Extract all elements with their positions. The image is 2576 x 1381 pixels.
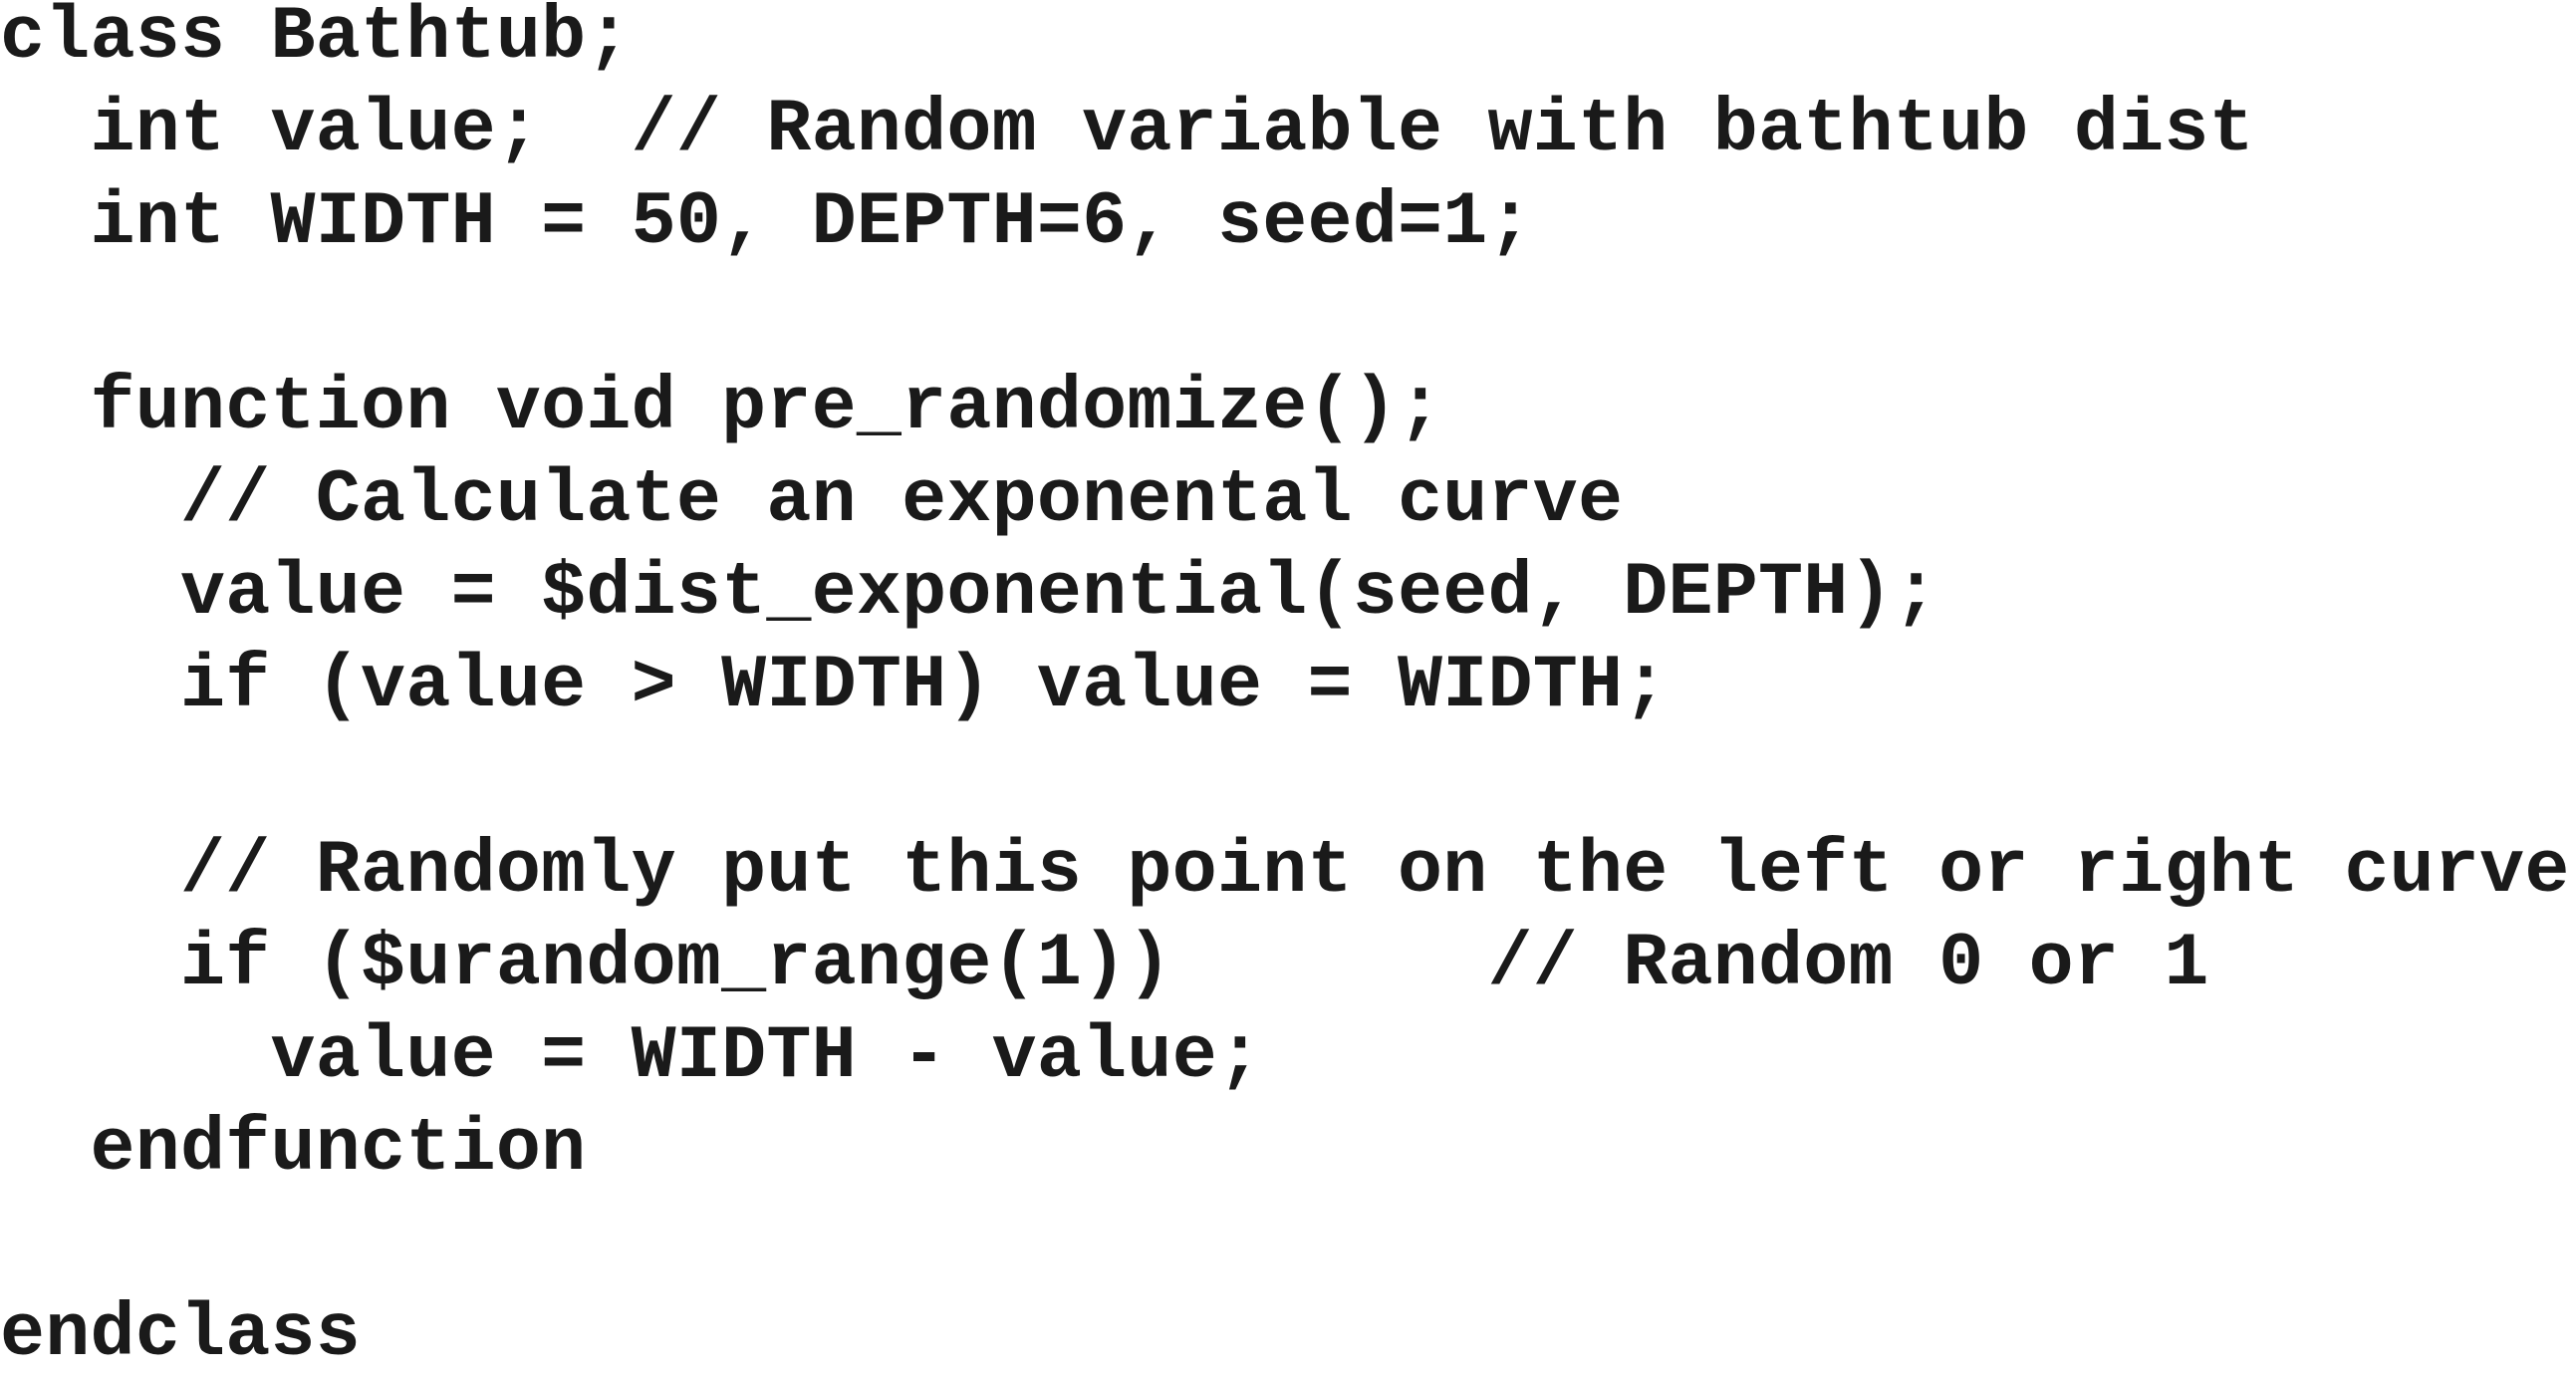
code-line: if (value > WIDTH) value = WIDTH; xyxy=(0,644,1669,728)
code-line: endfunction xyxy=(0,1107,587,1192)
code-listing: class Bathtub; int value; // Random vari… xyxy=(0,0,2576,1377)
code-line: int value; // Random variable with batht… xyxy=(0,88,2254,172)
code-line: value = $dist_exponential(seed, DEPTH); xyxy=(0,551,1939,636)
code-line: class Bathtub; xyxy=(0,0,632,80)
code-line: int WIDTH = 50, DEPTH=6, seed=1; xyxy=(0,180,1533,265)
code-line: endclass xyxy=(0,1292,362,1377)
code-line: // Randomly put this point on the left o… xyxy=(0,829,2570,914)
code-line: value = WIDTH - value; xyxy=(0,1014,1263,1099)
code-line: if ($urandom_range(1)) // Random 0 or 1 xyxy=(0,922,2209,1006)
code-line: function void pre_randomize(); xyxy=(0,366,1443,450)
code-line: // Calculate an exponental curve xyxy=(0,458,1624,543)
